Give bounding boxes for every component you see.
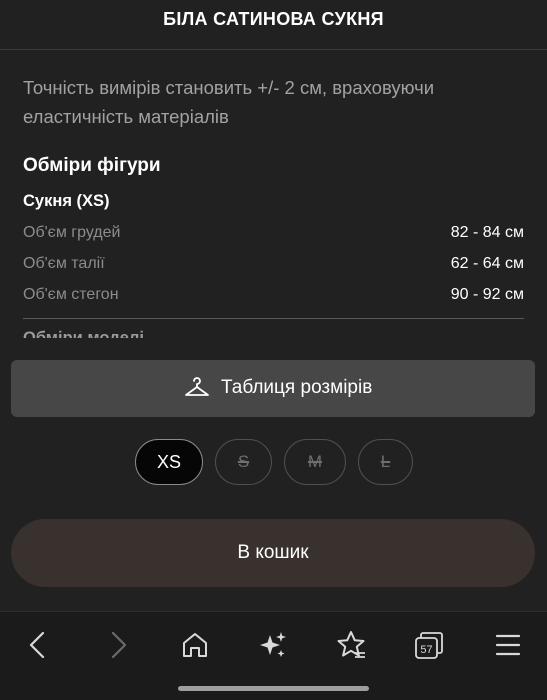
measurement-row-bust: Об'єм грудей 82 - 84 см	[23, 224, 524, 248]
size-option-l[interactable]: L	[358, 439, 413, 485]
body-measurements-title: Обміри фігури	[23, 155, 161, 176]
measurement-row-hips: Об'єм стегон 90 - 92 см	[23, 286, 524, 310]
menu-icon[interactable]	[492, 629, 524, 661]
measurement-label: Об'єм стегон	[23, 286, 119, 303]
size-table-label: Таблиця розмірів	[221, 377, 373, 398]
product-size-page: БІЛА САТИНОВА СУКНЯ Точність вимірів ста…	[0, 0, 547, 700]
size-option-xs[interactable]: XS	[135, 439, 203, 485]
measurement-value: 82 - 84 см	[450, 224, 524, 241]
add-to-cart-label: В кошик	[237, 542, 309, 563]
measurement-row-waist: Об'єм талії 62 - 64 см	[23, 255, 524, 279]
hanger-icon	[185, 377, 209, 396]
forward-arrow-icon[interactable]	[102, 629, 134, 661]
sparkle-icon[interactable]	[257, 629, 289, 661]
bookmark-star-icon[interactable]	[335, 629, 367, 661]
size-option-m[interactable]: M	[284, 439, 346, 485]
tabs-icon[interactable]: 57	[413, 629, 445, 661]
tabs-count: 57	[420, 644, 432, 656]
measurement-value: 62 - 64 см	[450, 255, 524, 272]
dress-size-title: Сукня (XS)	[23, 192, 110, 210]
measurement-label: Об'єм талії	[23, 255, 105, 272]
measurement-value: 90 - 92 см	[450, 286, 524, 303]
product-title: БІЛА САТИНОВА СУКНЯ	[163, 9, 384, 29]
truncated-section-title: Обміри моделі	[23, 330, 223, 338]
measurement-accuracy-note: Точність вимірів становить +/- 2 см, вра…	[23, 77, 435, 127]
size-table-button[interactable]: Таблиця розмірів	[11, 360, 535, 417]
size-option-s[interactable]: S	[215, 439, 272, 485]
truncated-section-label: Обміри моделі	[23, 330, 223, 338]
home-indicator[interactable]	[178, 686, 369, 691]
home-icon[interactable]	[179, 629, 211, 661]
measurements-divider	[23, 318, 524, 319]
back-arrow-icon[interactable]	[22, 629, 54, 661]
add-to-cart-button[interactable]: В кошик	[11, 519, 535, 587]
measurement-label: Об'єм грудей	[23, 224, 121, 241]
header: БІЛА САТИНОВА СУКНЯ	[0, 0, 547, 50]
